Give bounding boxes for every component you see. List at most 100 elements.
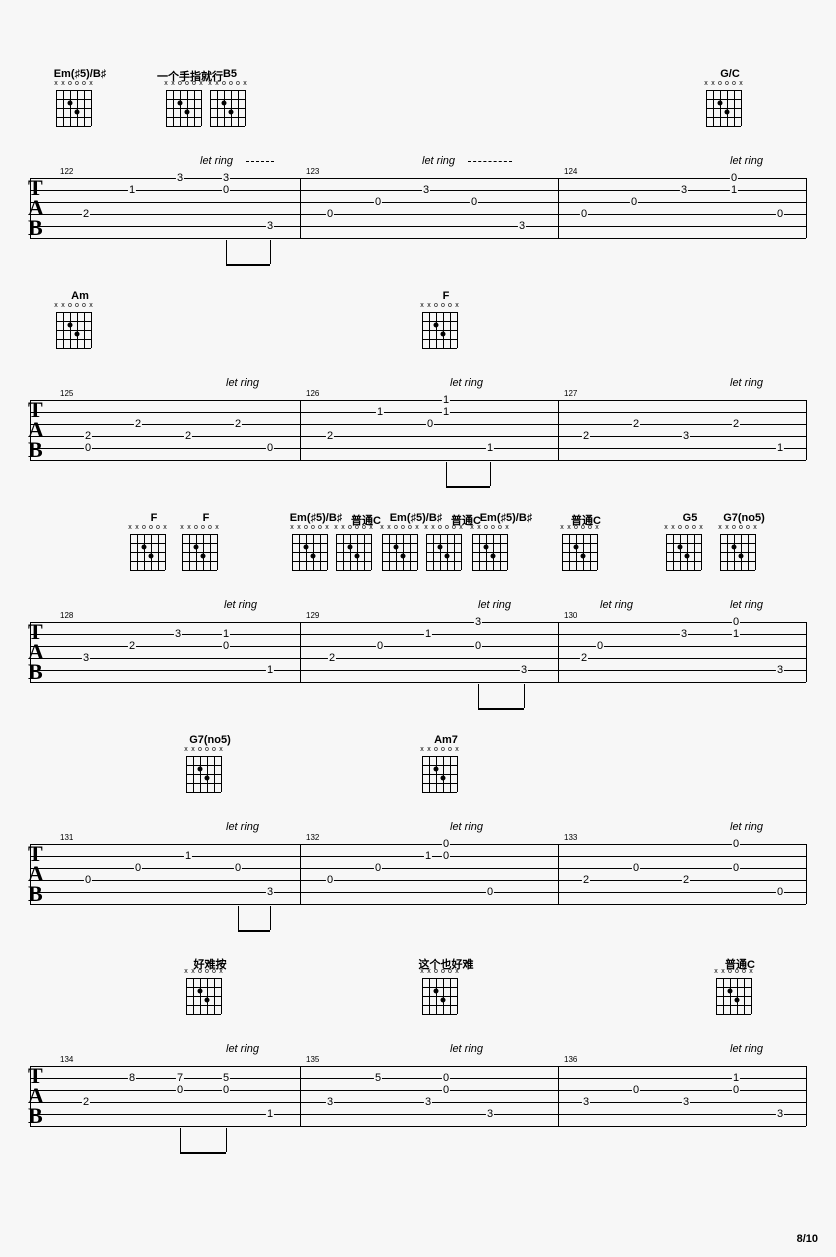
- beam: [226, 264, 270, 266]
- tab-system: FFEm(♯5)/B♯普通CEm(♯5)/B♯普通CEm(♯5)/B♯普通CG5…: [30, 512, 806, 712]
- let-ring-marking: let ring: [200, 155, 233, 167]
- fret-number: 0: [84, 874, 92, 886]
- chord-name: G5: [683, 512, 698, 524]
- fret-number: 2: [84, 430, 92, 442]
- let-ring-marking: let ring: [226, 1043, 259, 1055]
- fret-number: 0: [426, 418, 434, 430]
- let-ring-marking: let ring: [226, 377, 259, 389]
- let-ring-marking: let ring: [478, 599, 511, 611]
- fret-number: 0: [580, 208, 588, 220]
- tab-staff: TAB13113213300103001000202000: [30, 844, 806, 904]
- fret-number: 3: [518, 220, 526, 232]
- fret-number: 2: [582, 874, 590, 886]
- fret-number: 3: [424, 1096, 432, 1108]
- fret-number: 1: [222, 628, 230, 640]
- fret-number: 2: [326, 430, 334, 442]
- chord-name: F: [151, 512, 158, 524]
- tab-clef-icon: TAB: [28, 622, 43, 682]
- chord-diagram: xxooox: [130, 526, 166, 570]
- tab-system: G7(no5)Am7xxoooxxxoooxlet ringlet ringle…: [30, 734, 806, 934]
- fret-number: 2: [82, 208, 90, 220]
- chord-diagram: xxooox: [666, 526, 702, 570]
- chord-name: Em(♯5)/B♯: [390, 512, 443, 524]
- fret-number: 1: [266, 664, 274, 676]
- fret-number: 0: [630, 196, 638, 208]
- fret-number: 1: [776, 442, 784, 454]
- fret-number: 2: [732, 418, 740, 430]
- let-ring-marking: let ring: [450, 377, 483, 389]
- chord-name: G7(no5): [723, 512, 765, 524]
- fret-number: 3: [682, 430, 690, 442]
- let-ring-marking: let ring: [600, 599, 633, 611]
- measure-number: 129: [306, 611, 319, 620]
- fret-number: 0: [776, 886, 784, 898]
- let-ring-marking: let ring: [226, 821, 259, 833]
- fret-number: 0: [374, 862, 382, 874]
- fret-number: 3: [520, 664, 528, 676]
- fret-number: 0: [474, 640, 482, 652]
- chord-diagram: xxooox: [422, 970, 458, 1014]
- fret-number: 0: [326, 874, 334, 886]
- fret-number: 1: [730, 184, 738, 196]
- chord-diagram: xxooox: [166, 82, 202, 126]
- fret-number: 3: [486, 1108, 494, 1120]
- fret-number: 0: [266, 442, 274, 454]
- chord-name: Am7: [434, 734, 458, 746]
- fret-number: 0: [486, 886, 494, 898]
- chord-diagram: xxooox: [186, 748, 222, 792]
- fret-number: 5: [222, 1072, 230, 1084]
- fret-number: 1: [376, 406, 384, 418]
- fret-number: 0: [376, 640, 384, 652]
- measure-number: 122: [60, 167, 73, 176]
- fret-number: 0: [470, 196, 478, 208]
- chord-diagram: xxooox: [472, 526, 508, 570]
- fret-number: 0: [134, 862, 142, 874]
- measure-number: 128: [60, 611, 73, 620]
- chord-name: Em(♯5)/B♯: [54, 68, 107, 80]
- fret-number: 0: [632, 1084, 640, 1096]
- fret-number: 3: [680, 184, 688, 196]
- fret-number: 0: [732, 838, 740, 850]
- tab-staff: TAB12212312421330300303003010: [30, 178, 806, 238]
- fret-number: 0: [222, 184, 230, 196]
- fret-number: 0: [442, 1072, 450, 1084]
- fret-number: 0: [234, 862, 242, 874]
- fret-number: 2: [582, 430, 590, 442]
- measure-number: 123: [306, 167, 319, 176]
- measure-number: 135: [306, 1055, 319, 1064]
- fret-number: 3: [680, 628, 688, 640]
- chord-diagram: xxooox: [210, 82, 246, 126]
- let-ring-marking: let ring: [422, 155, 455, 167]
- fret-number: 0: [176, 1084, 184, 1096]
- let-ring-marking: let ring: [730, 821, 763, 833]
- measure-number: 134: [60, 1055, 73, 1064]
- tab-system: AmFxxoooxxxoooxlet ringlet ringlet ringT…: [30, 290, 806, 490]
- beam: [446, 486, 490, 488]
- fret-number: 8: [128, 1072, 136, 1084]
- stem: [446, 462, 447, 486]
- chord-diagram: xxooox: [382, 526, 418, 570]
- stem: [270, 906, 271, 930]
- fret-number: 2: [682, 874, 690, 886]
- tab-clef-icon: TAB: [28, 1066, 43, 1126]
- chord-name: F: [203, 512, 210, 524]
- let-ring-marking: let ring: [450, 821, 483, 833]
- fret-number: 2: [328, 652, 336, 664]
- fret-number: 3: [174, 628, 182, 640]
- tab-staff: TAB1341351362807501353003303013: [30, 1066, 806, 1126]
- measure-number: 132: [306, 833, 319, 842]
- chord-diagram: xxooox: [182, 526, 218, 570]
- measure-number: 124: [564, 167, 577, 176]
- fret-number: 2: [134, 418, 142, 430]
- fret-number: 1: [732, 628, 740, 640]
- tab-clef-icon: TAB: [28, 178, 43, 238]
- beam: [238, 930, 270, 932]
- tab-system: 好难按这个也好难普通Cxxoooxxxoooxxxoooxlet ringlet…: [30, 956, 806, 1156]
- fret-number: 0: [222, 1084, 230, 1096]
- fret-number: 0: [776, 208, 784, 220]
- fret-number: 1: [732, 1072, 740, 1084]
- fret-number: 5: [374, 1072, 382, 1084]
- chord-diagram: xxooox: [422, 304, 458, 348]
- stem: [270, 240, 271, 264]
- fret-number: 0: [442, 838, 450, 850]
